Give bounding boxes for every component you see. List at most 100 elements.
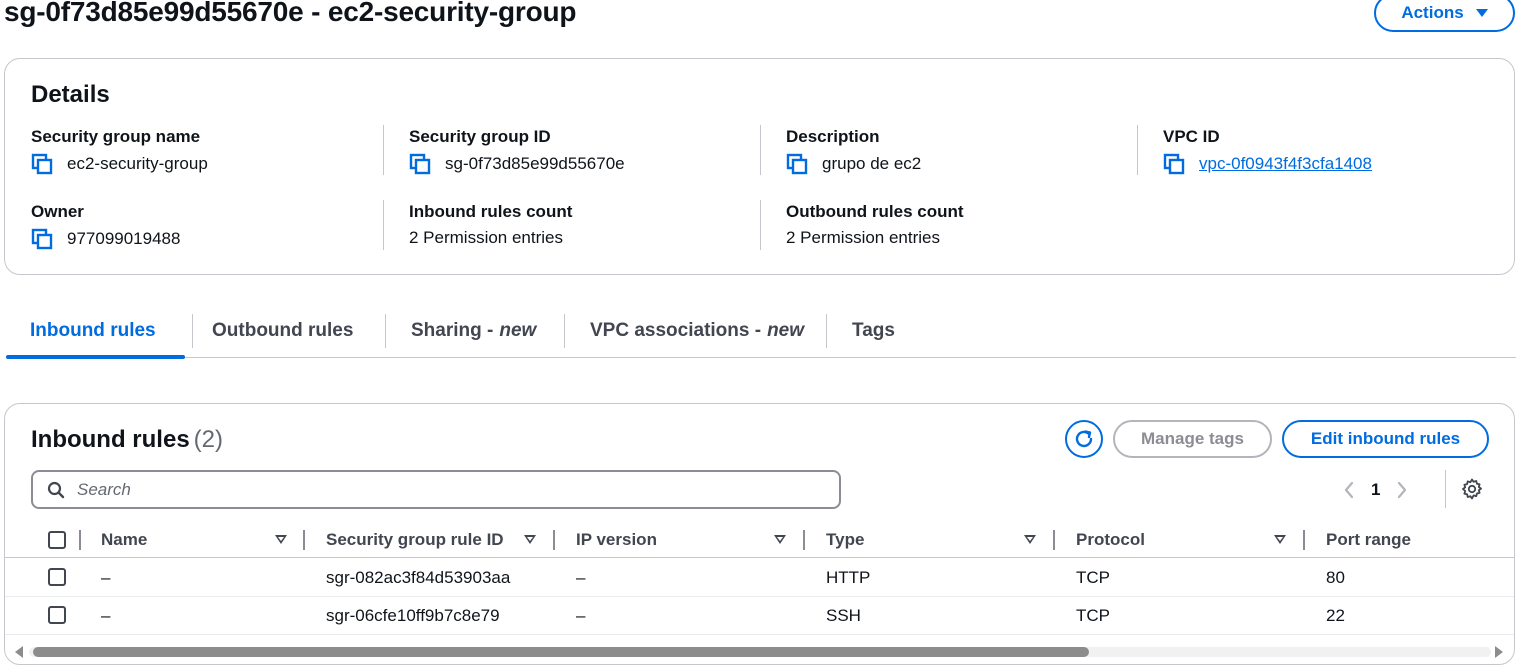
tab-label: Sharing -	[411, 320, 494, 341]
field-label: Inbound rules count	[409, 202, 573, 221]
manage-tags-button[interactable]: Manage tags	[1113, 420, 1272, 458]
cell-rule-id: sgr-082ac3f84d53903aa	[326, 568, 511, 587]
tab-label: VPC associations -	[590, 320, 762, 341]
copy-icon[interactable]	[786, 153, 808, 175]
owner-value: 977099019488	[67, 229, 181, 248]
tab-label: Tags	[852, 320, 895, 341]
tab-label: Inbound rules	[30, 320, 156, 341]
cell-name: –	[101, 606, 111, 625]
description-value: grupo de ec2	[822, 154, 922, 173]
description-field: Description grupo de ec2	[786, 127, 1126, 175]
inbound-rules-count: (2)	[193, 426, 224, 453]
details-title: Details	[31, 81, 110, 108]
tab-tags[interactable]: Tags	[852, 304, 895, 358]
search-icon	[47, 481, 65, 498]
inbound-rules-panel: Inbound rules (2) Manage tags Edit inboun…	[4, 403, 1515, 665]
copy-icon[interactable]	[31, 228, 53, 250]
field-label: Security group name	[31, 127, 201, 146]
field-label: Security group ID	[409, 127, 551, 146]
chevron-left-icon[interactable]	[1343, 481, 1355, 499]
search-input[interactable]	[77, 479, 777, 500]
column-header-rule-id[interactable]: Security group rule ID	[326, 522, 504, 558]
actions-button[interactable]: Actions	[1374, 0, 1515, 32]
divider	[760, 125, 761, 175]
copy-icon[interactable]	[31, 153, 53, 175]
refresh-icon	[1075, 430, 1093, 448]
cell-type: HTTP	[826, 568, 871, 587]
details-panel: Details Security group name ec2-security…	[4, 58, 1515, 275]
copy-icon[interactable]	[1163, 153, 1185, 175]
security-group-name-value: ec2-security-group	[67, 154, 208, 173]
field-label: Outbound rules count	[786, 202, 964, 221]
column-header-protocol[interactable]: Protocol	[1076, 522, 1145, 558]
gear-icon[interactable]	[1460, 477, 1484, 501]
sort-down-icon[interactable]	[1024, 535, 1036, 544]
row-checkbox[interactable]	[48, 606, 66, 624]
column-header-ip-version[interactable]: IP version	[576, 522, 657, 558]
scroll-left-icon[interactable]	[15, 646, 23, 658]
divider	[760, 200, 761, 250]
search-field[interactable]	[31, 470, 841, 509]
cell-ip-version: –	[576, 568, 586, 587]
new-badge: new	[767, 320, 805, 341]
divider	[192, 314, 193, 348]
row-checkbox[interactable]	[48, 568, 66, 586]
copy-icon[interactable]	[409, 153, 431, 175]
outbound-rules-count-field: Outbound rules count 2 Permission entrie…	[786, 202, 1126, 248]
sort-down-icon[interactable]	[275, 535, 287, 544]
sort-down-icon[interactable]	[524, 535, 536, 544]
divider	[383, 200, 384, 250]
column-divider	[803, 530, 805, 550]
scroll-right-icon[interactable]	[1495, 646, 1503, 658]
table-row[interactable]: – sgr-06cfe10ff9b7c8e79 – SSH TCP 22	[5, 597, 1514, 635]
security-group-name-field: Security group name ec2-security-group	[31, 127, 371, 175]
chevron-right-icon[interactable]	[1396, 481, 1408, 499]
column-header-name[interactable]: Name	[101, 522, 147, 558]
cell-protocol: TCP	[1076, 568, 1110, 587]
column-divider	[1303, 530, 1305, 550]
inbound-rules-count-value: 2 Permission entries	[409, 228, 564, 247]
tab-outbound-rules[interactable]: Outbound rules	[212, 304, 353, 358]
tab-inbound-rules[interactable]: Inbound rules	[30, 304, 156, 358]
inbound-rules-count-field: Inbound rules count 2 Permission entries	[409, 202, 749, 248]
owner-field: Owner 977099019488	[31, 202, 371, 250]
tab-label: Outbound rules	[212, 320, 354, 341]
horizontal-scrollbar[interactable]	[5, 642, 1514, 662]
column-header-port-range[interactable]: Port range	[1326, 522, 1411, 558]
cell-name: –	[101, 568, 111, 587]
column-header-type[interactable]: Type	[826, 522, 864, 558]
field-label: VPC ID	[1163, 127, 1220, 146]
edit-inbound-rules-button[interactable]: Edit inbound rules	[1282, 420, 1489, 458]
table-header: Name Security group rule ID IP version T…	[5, 522, 1514, 558]
cell-type: SSH	[826, 606, 861, 625]
column-divider	[79, 530, 81, 550]
divider	[383, 125, 384, 175]
tab-sharing[interactable]: Sharing - new	[411, 304, 536, 358]
sort-down-icon[interactable]	[1274, 535, 1286, 544]
select-all-checkbox[interactable]	[48, 531, 66, 549]
security-group-id-value: sg-0f73d85e99d55670e	[445, 154, 625, 173]
scrollbar-thumb[interactable]	[33, 647, 1089, 657]
page-title: sg-0f73d85e99d55670e - ec2-security-grou…	[4, 0, 577, 27]
inbound-rules-heading: Inbound rules (2)	[31, 426, 223, 454]
page-number[interactable]: 1	[1371, 480, 1380, 500]
actions-label: Actions	[1401, 3, 1464, 22]
divider	[385, 314, 386, 348]
field-label: Description	[786, 127, 880, 146]
divider	[1445, 470, 1446, 508]
caret-down-icon	[1475, 9, 1488, 17]
table-row[interactable]: – sgr-082ac3f84d53903aa – HTTP TCP 80	[5, 559, 1514, 597]
tab-vpc-associations[interactable]: VPC associations - new	[590, 304, 804, 358]
cell-protocol: TCP	[1076, 606, 1110, 625]
new-badge: new	[499, 320, 537, 341]
cell-port-range: 22	[1326, 606, 1345, 625]
pagination: 1	[1343, 474, 1408, 506]
sort-down-icon[interactable]	[774, 535, 786, 544]
cell-ip-version: –	[576, 606, 586, 625]
inbound-rules-title: Inbound rules	[31, 426, 190, 453]
divider	[564, 314, 565, 348]
vpc-id-link[interactable]: vpc-0f0943f4f3cfa1408	[1199, 154, 1372, 174]
divider	[826, 314, 827, 348]
column-divider	[1053, 530, 1055, 550]
refresh-button[interactable]	[1065, 420, 1103, 458]
